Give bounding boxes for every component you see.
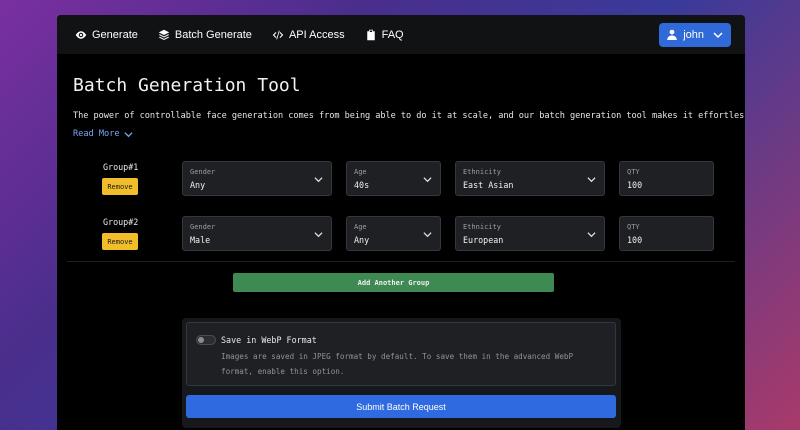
- nav-faq-label: FAQ: [381, 28, 404, 41]
- group-row: Group#2 Remove Gender Male Age Any Ethni…: [57, 216, 745, 252]
- chevron-down-icon: [314, 232, 323, 238]
- app-window: Generate Batch Generate API Access FAQ j…: [57, 15, 745, 430]
- divider: [67, 261, 735, 262]
- eye-icon: [75, 30, 87, 39]
- chevron-down-icon: [423, 177, 432, 183]
- gender-select[interactable]: Gender Any: [182, 161, 332, 196]
- add-group-button[interactable]: Add Another Group: [233, 273, 554, 292]
- remove-group-button[interactable]: Remove: [102, 233, 138, 250]
- group-label: Group#1: [103, 162, 139, 172]
- qty-value: 100: [627, 180, 643, 190]
- webp-panel: Save in WebP Format Images are saved in …: [182, 318, 621, 428]
- ethnicity-label: Ethnicity: [463, 168, 501, 176]
- user-menu-button[interactable]: john: [659, 22, 731, 47]
- ethnicity-value: European: [463, 235, 504, 245]
- read-more-label: Read More: [73, 129, 120, 139]
- chevron-down-icon: [587, 232, 596, 238]
- ethnicity-value: East Asian: [463, 180, 514, 190]
- qty-input[interactable]: QTY 100: [619, 161, 714, 196]
- submit-batch-button[interactable]: Submit Batch Request: [186, 395, 616, 418]
- gender-value: Male: [190, 235, 211, 245]
- age-select[interactable]: Age 40s: [346, 161, 441, 196]
- nav-batch-generate[interactable]: Batch Generate: [158, 29, 252, 41]
- ethnicity-select[interactable]: Ethnicity European: [455, 216, 605, 251]
- qty-value: 100: [627, 235, 643, 245]
- webp-toggle[interactable]: [196, 335, 216, 345]
- gender-label: Gender: [190, 168, 216, 176]
- chevron-down-icon: [124, 131, 133, 137]
- clipboard-icon: [366, 29, 375, 40]
- nav-faq[interactable]: FAQ: [365, 29, 404, 41]
- age-label: Age: [354, 168, 367, 176]
- qty-input[interactable]: QTY 100: [619, 216, 714, 251]
- qty-label: QTY: [627, 223, 640, 231]
- chevron-down-icon: [423, 232, 432, 238]
- user-name: john: [683, 28, 704, 41]
- ethnicity-select[interactable]: Ethnicity East Asian: [455, 161, 605, 196]
- qty-label: QTY: [627, 168, 640, 176]
- nav-generate[interactable]: Generate: [75, 29, 138, 41]
- code-icon: [272, 30, 284, 39]
- page-description: The power of controllable face generatio…: [73, 111, 745, 121]
- read-more-link[interactable]: Read More: [73, 129, 133, 139]
- group-row: Group#1 Remove Gender Any Age 40s Ethnic…: [57, 161, 745, 197]
- gender-select[interactable]: Gender Male: [182, 216, 332, 251]
- gender-value: Any: [190, 180, 206, 190]
- layers-icon: [158, 29, 170, 40]
- age-value: 40s: [354, 180, 370, 190]
- top-navbar: Generate Batch Generate API Access FAQ j…: [57, 15, 745, 54]
- age-select[interactable]: Age Any: [346, 216, 441, 251]
- nav-api-access-label: API Access: [288, 28, 345, 41]
- user-icon: [667, 29, 678, 40]
- chevron-down-icon: [314, 177, 323, 183]
- webp-description: Images are saved in JPEG format by defau…: [221, 352, 574, 376]
- nav-api-access[interactable]: API Access: [272, 29, 345, 41]
- webp-option-card: Save in WebP Format Images are saved in …: [186, 322, 616, 386]
- group-label: Group#2: [103, 217, 139, 227]
- ethnicity-label: Ethnicity: [463, 223, 501, 231]
- chevron-down-icon: [587, 177, 596, 183]
- nav-generate-label: Generate: [92, 28, 138, 41]
- remove-group-button[interactable]: Remove: [102, 178, 138, 195]
- chevron-down-icon: [713, 31, 723, 38]
- toggle-knob: [198, 337, 204, 343]
- page-title: Batch Generation Tool: [73, 75, 301, 96]
- nav-batch-generate-label: Batch Generate: [174, 28, 252, 41]
- age-label: Age: [354, 223, 367, 231]
- age-value: Any: [354, 235, 370, 245]
- webp-title: Save in WebP Format: [221, 335, 317, 345]
- gender-label: Gender: [190, 223, 216, 231]
